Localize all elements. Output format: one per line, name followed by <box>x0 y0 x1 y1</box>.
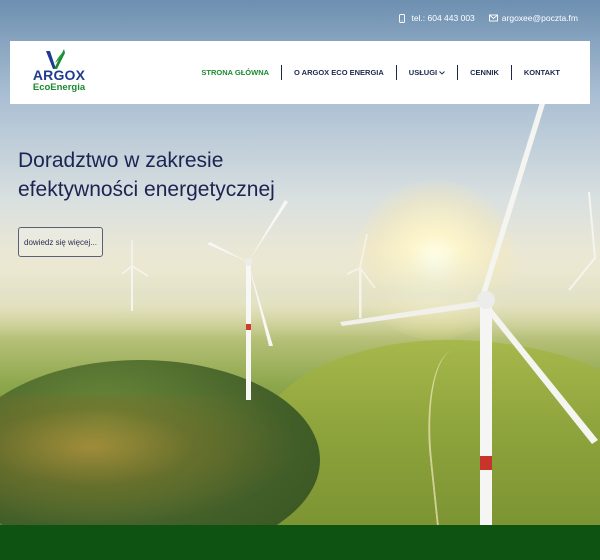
hero-title-line-2: efektywności energetycznej <box>18 178 275 201</box>
nav-item-pricing[interactable]: CENNIK <box>458 68 511 77</box>
nav-item-services[interactable]: USŁUGI <box>397 68 457 77</box>
autumn-trees <box>0 395 300 525</box>
site-header: ARGOX EcoEnergia STRONA GŁÓWNA O ARGOX E… <box>10 41 590 104</box>
wind-turbine-front <box>330 100 600 525</box>
footer-green-strip <box>0 525 600 560</box>
email-contact[interactable]: argoxee@poczta.fm <box>488 13 578 23</box>
main-nav: STRONA GŁÓWNA O ARGOX ECO ENERGIA USŁUGI… <box>189 65 572 80</box>
hero-title-line-1: Doradztwo w zakresie <box>18 149 224 172</box>
wind-turbine-middle <box>205 196 295 411</box>
learn-more-button[interactable]: dowiedz się więcej... <box>18 227 103 257</box>
nav-item-services-label: USŁUGI <box>408 68 438 77</box>
envelope-icon <box>488 14 498 22</box>
wind-turbine-far-left <box>121 238 152 318</box>
nav-item-about[interactable]: O ARGOX ECO ENERGIA <box>282 68 396 77</box>
logo-sub-text: EcoEnergia <box>32 82 86 93</box>
contact-bar: tel.: 604 443 003 argoxee@poczta.fm <box>398 13 578 23</box>
phone-text: tel.: 604 443 003 <box>411 13 475 23</box>
phone-icon <box>398 14 406 23</box>
wind-turbine-right-edge <box>565 190 600 305</box>
nav-item-contact[interactable]: KONTAKT <box>512 68 572 77</box>
phone-contact[interactable]: tel.: 604 443 003 <box>398 13 475 23</box>
logo-brand-text: ARGOX <box>32 67 86 83</box>
chevron-down-icon <box>439 68 445 77</box>
site-logo[interactable]: ARGOX EcoEnergia <box>24 49 94 97</box>
nav-item-home[interactable]: STRONA GŁÓWNA <box>189 68 281 77</box>
hero-title: Doradztwo w zakresie efektywności energe… <box>18 146 298 204</box>
email-text: argoxee@poczta.fm <box>501 13 578 23</box>
